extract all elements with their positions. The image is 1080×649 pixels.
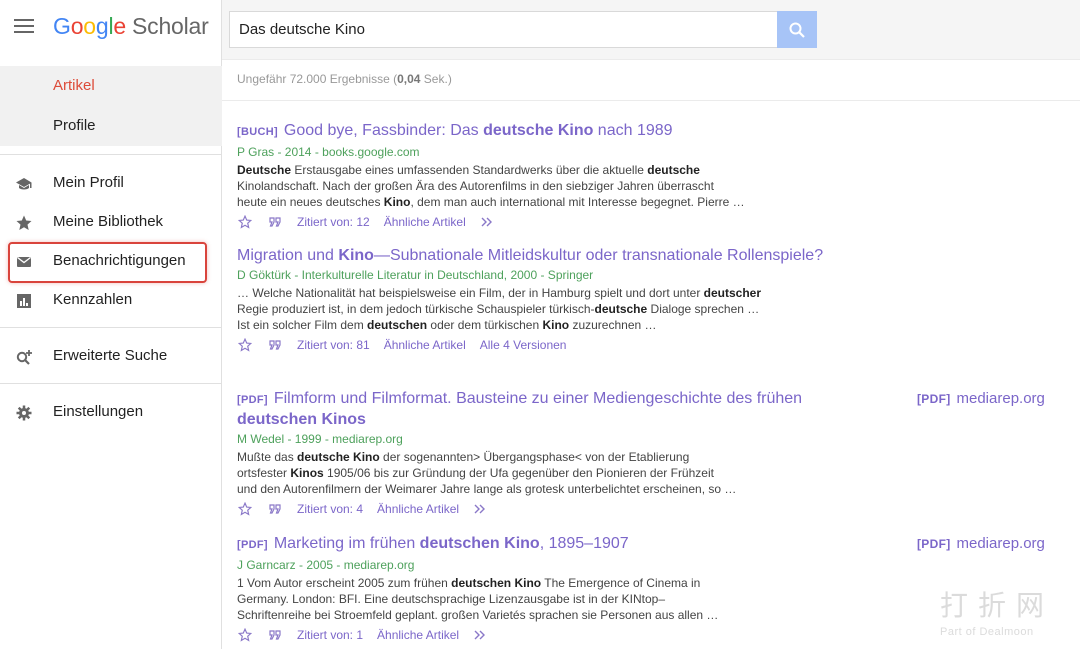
result-title-link[interactable]: Migration und Kino—Subnationale Mitleids… [237,246,827,265]
more-chevrons-icon[interactable] [473,501,489,517]
cited-by-link[interactable]: Zitiert von: 81 [297,338,370,352]
cite-quote-icon[interactable] [267,337,283,353]
graduation-cap-icon [16,178,32,190]
related-articles-link[interactable]: Ähnliche Artikel [377,628,459,642]
nav-label: Erweiterte Suche [53,347,168,364]
nav-erweiterte-suche[interactable]: Erweiterte Suche [0,337,222,376]
nav-kennzahlen[interactable]: Kennzahlen [0,281,222,320]
cite-quote-icon[interactable] [267,627,283,643]
cite-quote-icon[interactable] [267,501,283,517]
more-chevrons-icon[interactable] [480,214,496,230]
save-star-icon[interactable] [237,501,253,517]
result-type-tag: [BUCH] [237,126,278,138]
chart-icon [17,294,31,308]
all-versions-link[interactable]: Alle 4 Versionen [480,338,567,352]
result-meta: D Göktürk - Interkulturelle Literatur in… [237,268,594,282]
google-scholar-logo[interactable]: Google Scholar [53,13,209,40]
advanced-search-icon [16,350,32,365]
result-type-tag: [PDF] [237,394,268,406]
result-meta: M Wedel - 1999 - mediarep.org [237,432,403,446]
search-result: [BUCH] Good bye, Fassbinder: Das deutsche… [237,121,827,232]
result-stats: Ungefähr 72.000 Ergebnisse (0,04 Sek.) [237,72,452,86]
nav-label: Kennzahlen [53,291,133,308]
pdf-source-link[interactable]: [PDF] mediarep.org [917,390,1045,407]
filter-artikel[interactable]: Artikel [0,66,222,106]
nav-einstellungen[interactable]: Einstellungen [0,393,222,432]
related-articles-link[interactable]: Ähnliche Artikel [384,215,466,229]
save-star-icon[interactable] [237,214,253,230]
result-meta: J Garncarz - 2005 - mediarep.org [237,558,415,572]
cite-quote-icon[interactable] [267,214,283,230]
search-result: [PDF] Filmform und Filmformat. Bausteine … [237,389,827,519]
result-title-link[interactable]: [PDF] Filmform und Filmformat. Bausteine … [237,389,827,429]
filter-profile[interactable]: Profile [0,106,222,146]
result-title-link[interactable]: [BUCH] Good bye, Fassbinder: Das deutsche… [237,121,827,142]
stats-divider [222,100,1080,101]
search-bar [222,0,1080,60]
nav-mein-profil[interactable]: Mein Profil [0,164,222,203]
related-articles-link[interactable]: Ähnliche Artikel [377,502,459,516]
result-snippet: … Welche Nationalität hat beispielsweise… [237,286,762,332]
result-snippet: Deutsche Erstausgabe eines umfassenden S… [237,163,745,209]
more-chevrons-icon[interactable] [473,627,489,643]
search-button[interactable] [777,11,817,48]
result-meta: P Gras - 2014 - books.google.com [237,145,420,159]
envelope-icon [17,256,31,267]
star-icon [16,215,32,230]
save-star-icon[interactable] [237,337,253,353]
hamburger-menu-icon[interactable] [14,19,34,35]
cited-by-link[interactable]: Zitiert von: 1 [297,628,363,642]
watermark: 打折网 Part of Dealmoon [940,590,1055,638]
result-type-tag: [PDF] [237,539,268,551]
result-title-link[interactable]: [PDF] Marketing im frühen deutschen Kino,… [237,534,827,555]
search-input[interactable] [229,11,777,48]
sidebar-divider [0,383,222,384]
type-filters: Artikel Profile [0,66,222,146]
nav-label: Benachrichtigungen [53,252,186,269]
save-star-icon[interactable] [237,627,253,643]
nav-label: Meine Bibliothek [53,213,164,230]
search-icon [789,22,805,38]
result-snippet: 1 Vom Autor erscheint 2005 zum frühen de… [237,576,719,622]
search-result: [PDF] Marketing im frühen deutschen Kino,… [237,534,827,645]
nav-benachrichtigungen[interactable]: Benachrichtigungen [0,242,222,281]
search-result: Migration und Kino—Subnationale Mitleids… [237,246,827,355]
related-articles-link[interactable]: Ähnliche Artikel [384,338,466,352]
brand-header: Google Scholar [0,0,222,56]
result-actions: Zitiert von: 81 Ähnliche Artikel Alle 4 … [237,335,827,355]
result-actions: Zitiert von: 12 Ähnliche Artikel [237,212,827,232]
sidebar: Google Scholar Artikel Profile Mein Profi… [0,0,222,649]
gear-icon [16,405,32,421]
sidebar-divider [0,327,222,328]
nav-meine-bibliothek[interactable]: Meine Bibliothek [0,203,222,242]
result-actions: Zitiert von: 4 Ähnliche Artikel [237,499,827,519]
sidebar-divider [0,154,222,155]
nav-label: Mein Profil [53,174,124,191]
nav-label: Einstellungen [53,403,144,420]
cited-by-link[interactable]: Zitiert von: 12 [297,215,370,229]
result-snippet: Mußte das deutsche Kino der sogenannten>… [237,450,737,496]
pdf-source-link[interactable]: [PDF] mediarep.org [917,535,1045,552]
result-actions: Zitiert von: 1 Ähnliche Artikel [237,625,827,645]
cited-by-link[interactable]: Zitiert von: 4 [297,502,363,516]
